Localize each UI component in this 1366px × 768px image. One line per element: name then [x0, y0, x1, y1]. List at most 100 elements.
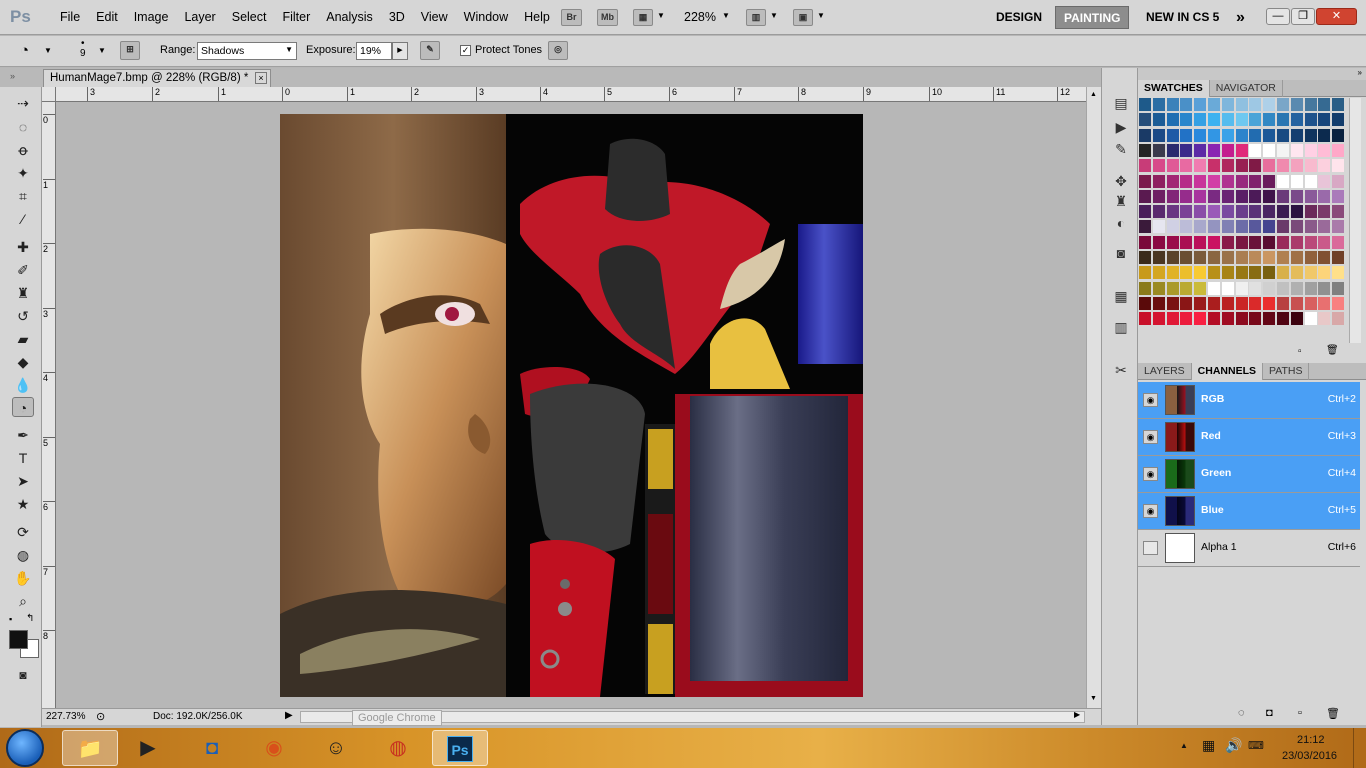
- color-swatch[interactable]: [1152, 220, 1166, 235]
- color-swatch[interactable]: [1235, 220, 1249, 235]
- color-swatch[interactable]: [1166, 205, 1180, 220]
- scroll-up-icon[interactable]: ▲: [1090, 91, 1097, 98]
- document-tab[interactable]: HumanMage7.bmp @ 228% (RGB/8) * ×: [43, 69, 271, 87]
- color-swatch[interactable]: [1318, 113, 1332, 128]
- tablet-pressure-icon[interactable]: ◎: [548, 41, 568, 60]
- color-swatch[interactable]: [1277, 296, 1290, 311]
- history-brush-tool-icon[interactable]: ↺: [12, 306, 34, 326]
- color-swatch[interactable]: [1152, 128, 1166, 143]
- shape-tool-icon[interactable]: ★: [12, 494, 34, 514]
- color-swatch[interactable]: [1221, 296, 1235, 311]
- color-swatch[interactable]: [1194, 113, 1208, 128]
- color-swatch[interactable]: [1194, 98, 1208, 112]
- bridge-button[interactable]: Br: [561, 9, 582, 26]
- load-selection-icon[interactable]: ◌: [1238, 707, 1245, 719]
- workspace-new-in-cs5[interactable]: NEW IN CS 5: [1138, 6, 1227, 29]
- color-swatch[interactable]: [1194, 281, 1208, 296]
- eye-icon[interactable]: ◉: [1143, 430, 1158, 444]
- color-swatch[interactable]: [1263, 205, 1277, 220]
- color-swatch[interactable]: [1180, 98, 1194, 112]
- color-swatch[interactable]: [1318, 189, 1332, 204]
- color-swatch[interactable]: [1180, 312, 1194, 327]
- masks-panel-icon[interactable]: ◙: [1111, 244, 1131, 262]
- color-swatch[interactable]: [1277, 189, 1290, 204]
- eye-icon[interactable]: ◉: [1143, 393, 1158, 407]
- color-swatch[interactable]: [1263, 312, 1277, 327]
- color-swatch[interactable]: [1249, 98, 1263, 112]
- color-swatch[interactable]: [1277, 205, 1290, 220]
- mini-bridge-button[interactable]: Mb: [597, 9, 618, 26]
- color-swatch[interactable]: [1139, 281, 1152, 296]
- zoom-tool-icon[interactable]: ⌕: [12, 591, 34, 611]
- photoshop-taskbar-button[interactable]: Ps: [432, 730, 488, 766]
- color-swatch[interactable]: [1180, 251, 1194, 265]
- color-swatch[interactable]: [1152, 113, 1166, 128]
- color-swatch[interactable]: [1318, 220, 1332, 235]
- color-swatch[interactable]: [1249, 174, 1263, 189]
- menu-analysis[interactable]: Analysis: [318, 0, 381, 35]
- color-swatch[interactable]: [1180, 159, 1194, 174]
- color-swatch[interactable]: [1152, 205, 1166, 220]
- language-icon[interactable]: ⌨: [1248, 739, 1264, 752]
- color-swatch[interactable]: [1180, 189, 1194, 204]
- color-swatch[interactable]: [1249, 113, 1263, 128]
- color-swatch[interactable]: [1277, 312, 1290, 327]
- menu-3d[interactable]: 3D: [381, 0, 413, 35]
- eraser-tool-icon[interactable]: ▰: [12, 329, 34, 349]
- color-swatch[interactable]: [1318, 205, 1332, 220]
- color-swatch[interactable]: [1194, 251, 1208, 265]
- range-select[interactable]: Shadows ▼: [197, 42, 297, 60]
- color-swatch[interactable]: [1277, 251, 1290, 265]
- color-swatch[interactable]: [1221, 235, 1235, 250]
- color-swatch[interactable]: [1152, 281, 1166, 296]
- color-swatch[interactable]: [1152, 189, 1166, 204]
- collapse-icon[interactable]: »: [10, 71, 15, 81]
- color-swatch[interactable]: [1263, 189, 1277, 204]
- panel-collapse-icon[interactable]: »: [1138, 68, 1366, 80]
- brush-presets-icon[interactable]: ✎: [1111, 140, 1131, 158]
- healing-brush-tool-icon[interactable]: ✚: [12, 237, 34, 257]
- color-swatch[interactable]: [1263, 174, 1277, 189]
- workspace-painting[interactable]: PAINTING: [1055, 6, 1130, 29]
- chevron-down-icon[interactable]: ▼: [44, 46, 52, 55]
- color-swatch[interactable]: [1152, 143, 1166, 158]
- color-swatch[interactable]: [1290, 251, 1304, 265]
- color-swatch[interactable]: [1263, 98, 1277, 112]
- workspace-design[interactable]: DESIGN: [988, 6, 1050, 29]
- clock-time[interactable]: 21:12: [1297, 734, 1325, 746]
- color-swatch[interactable]: [1139, 266, 1152, 281]
- color-swatch[interactable]: [1304, 159, 1318, 174]
- color-swatch[interactable]: [1139, 235, 1152, 250]
- foreground-color-swatch[interactable]: [9, 630, 28, 649]
- channel-row-alpha-1[interactable]: Alpha 1 Ctrl+6: [1138, 530, 1360, 567]
- channel-row-green[interactable]: ◉ Green Ctrl+4: [1138, 456, 1360, 493]
- color-swatch[interactable]: [1194, 174, 1208, 189]
- color-swatch[interactable]: [1318, 128, 1332, 143]
- color-swatch[interactable]: [1180, 281, 1194, 296]
- close-button[interactable]: ✕: [1316, 8, 1357, 25]
- path-selection-tool-icon[interactable]: ➤: [12, 471, 34, 491]
- color-swatch[interactable]: [1290, 296, 1304, 311]
- color-swatch[interactable]: [1263, 235, 1277, 250]
- color-swatch[interactable]: [1332, 113, 1346, 128]
- color-swatch[interactable]: [1208, 113, 1221, 128]
- color-swatch[interactable]: [1263, 113, 1277, 128]
- color-swatch[interactable]: [1304, 220, 1318, 235]
- media-player-icon[interactable]: ▶: [120, 730, 176, 766]
- color-swatch[interactable]: [1332, 98, 1346, 112]
- color-swatch[interactable]: [1208, 312, 1221, 327]
- color-swatch[interactable]: [1277, 143, 1290, 158]
- chevron-down-icon[interactable]: ▼: [817, 11, 825, 20]
- color-swatch[interactable]: [1318, 281, 1332, 296]
- color-swatch[interactable]: [1235, 281, 1249, 296]
- start-button[interactable]: [6, 729, 44, 767]
- tray-overflow-icon[interactable]: ▲: [1180, 741, 1188, 750]
- menu-window[interactable]: Window: [456, 0, 516, 35]
- color-swatch[interactable]: [1263, 266, 1277, 281]
- color-swatch[interactable]: [1290, 159, 1304, 174]
- color-swatch[interactable]: [1277, 235, 1290, 250]
- color-swatch[interactable]: [1318, 266, 1332, 281]
- view-extras-icon[interactable]: ▦: [633, 9, 653, 26]
- document-image[interactable]: [280, 114, 863, 697]
- color-swatch[interactable]: [1194, 205, 1208, 220]
